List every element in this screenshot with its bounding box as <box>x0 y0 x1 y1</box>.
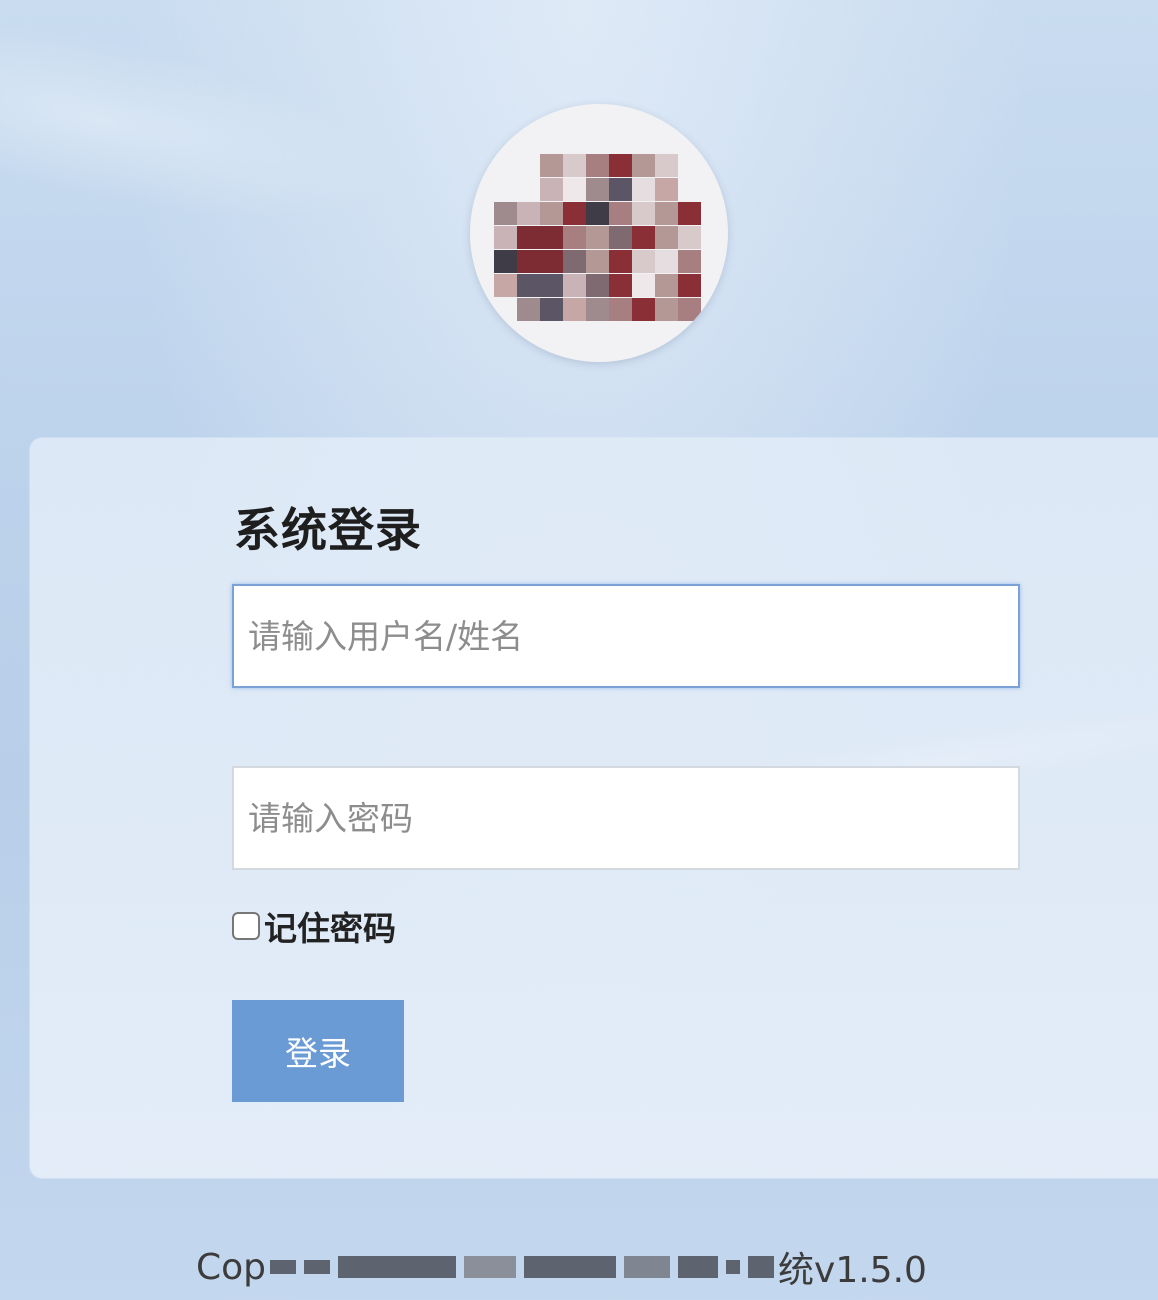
avatar-pixel <box>632 154 655 177</box>
avatar-pixel <box>678 274 701 297</box>
avatar-pixel <box>540 250 563 273</box>
avatar-pixel <box>609 178 632 201</box>
login-button[interactable]: 登录 <box>232 1000 404 1102</box>
avatar-pixel <box>586 298 609 321</box>
avatar-pixel <box>540 202 563 225</box>
avatar-image <box>494 154 718 330</box>
footer-suffix: 统v1.5.0 <box>778 1250 927 1291</box>
avatar-pixel <box>563 178 586 201</box>
avatar-pixel <box>540 154 563 177</box>
avatar-pixel <box>655 298 678 321</box>
avatar-pixel <box>586 250 609 273</box>
avatar-pixel <box>494 274 517 297</box>
avatar-pixel <box>609 154 632 177</box>
avatar-pixel <box>494 226 517 249</box>
avatar-pixel <box>678 298 701 321</box>
avatar-pixel <box>609 298 632 321</box>
avatar-pixel <box>655 274 678 297</box>
avatar-pixel <box>517 274 540 297</box>
avatar-pixel <box>632 202 655 225</box>
avatar-pixel <box>517 202 540 225</box>
background-streak <box>0 0 411 261</box>
redacted-block <box>678 1256 719 1278</box>
avatar-pixel <box>494 202 517 225</box>
avatar <box>470 104 728 362</box>
avatar-pixel <box>563 154 586 177</box>
avatar-pixel <box>632 298 655 321</box>
avatar-pixel <box>632 178 655 201</box>
remember-label: 记住密码 <box>264 909 396 948</box>
avatar-pixel <box>678 250 701 273</box>
avatar-pixel <box>517 226 540 249</box>
redacted-block <box>338 1256 457 1278</box>
avatar-pixel <box>586 154 609 177</box>
username-input[interactable] <box>232 584 1020 688</box>
avatar-pixel <box>655 226 678 249</box>
avatar-pixel <box>563 226 586 249</box>
avatar-pixel <box>609 274 632 297</box>
avatar-pixel <box>632 250 655 273</box>
login-title: 系统登录 <box>234 503 422 557</box>
login-panel: 系统登录 记住密码 登录 <box>30 438 1158 1178</box>
redacted-block <box>464 1256 517 1278</box>
avatar-pixel <box>540 274 563 297</box>
avatar-pixel <box>563 250 586 273</box>
avatar-pixel <box>517 250 540 273</box>
avatar-pixel <box>563 298 586 321</box>
avatar-pixel <box>678 202 701 225</box>
avatar-pixel <box>655 250 678 273</box>
avatar-pixel <box>563 274 586 297</box>
redacted-block <box>270 1260 297 1274</box>
avatar-pixel <box>632 226 655 249</box>
redacted-block <box>726 1260 741 1274</box>
avatar-pixel <box>540 298 563 321</box>
footer-copyright: Cop 统v1.5.0 <box>196 1244 927 1292</box>
remember-password[interactable]: 记住密码 <box>232 904 396 948</box>
password-input[interactable] <box>232 766 1020 870</box>
avatar-pixel <box>540 226 563 249</box>
remember-checkbox[interactable] <box>232 912 260 940</box>
avatar-pixel <box>655 202 678 225</box>
redacted-block <box>748 1256 775 1278</box>
avatar-pixel <box>586 178 609 201</box>
avatar-pixel <box>586 226 609 249</box>
avatar-pixel <box>540 178 563 201</box>
avatar-pixel <box>609 226 632 249</box>
footer-prefix: Cop <box>196 1246 267 1288</box>
avatar-pixel <box>609 202 632 225</box>
avatar-pixel <box>678 226 701 249</box>
avatar-pixel <box>632 274 655 297</box>
redacted-block <box>524 1256 617 1278</box>
avatar-pixel <box>586 202 609 225</box>
avatar-pixel <box>655 154 678 177</box>
avatar-pixel <box>563 202 586 225</box>
redacted-block <box>624 1256 671 1278</box>
avatar-pixel <box>609 250 632 273</box>
avatar-pixel <box>517 298 540 321</box>
avatar-pixel <box>586 274 609 297</box>
redacted-block <box>304 1260 331 1274</box>
avatar-pixel <box>655 178 678 201</box>
avatar-pixel <box>494 250 517 273</box>
